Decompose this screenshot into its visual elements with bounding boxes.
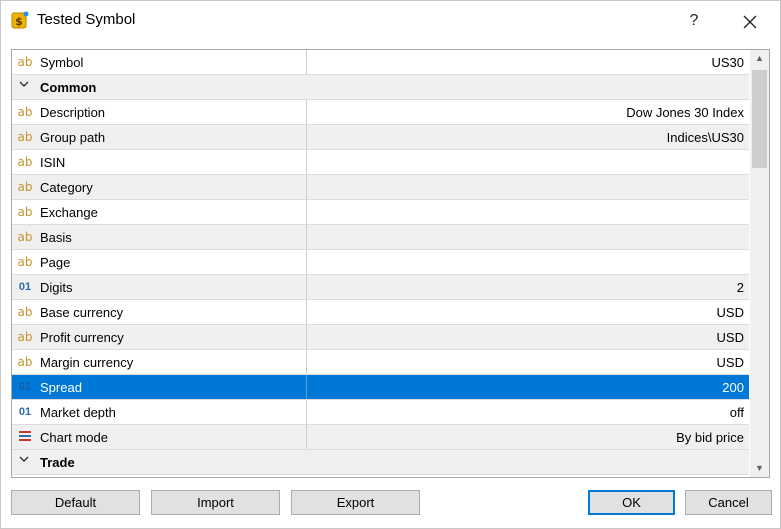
cancel-button[interactable]: Cancel <box>685 490 772 515</box>
property-value[interactable]: USD <box>717 330 744 345</box>
window-title: Tested Symbol <box>37 11 136 28</box>
property-name: Category <box>40 180 93 195</box>
property-row[interactable]: ab Profit currency USD <box>12 325 749 350</box>
property-name: Description <box>40 105 106 120</box>
property-grid[interactable]: ab Symbol US30 Common ab Description Dow Jones… <box>11 49 770 478</box>
property-value[interactable]: US30 <box>711 55 744 70</box>
column-divider <box>306 300 307 324</box>
property-value[interactable]: Dow Jones 30 Index <box>626 105 744 120</box>
vertical-scrollbar[interactable]: ▲ ▼ <box>750 50 769 477</box>
column-divider <box>306 400 307 424</box>
column-divider <box>306 325 307 349</box>
property-name: Exchange <box>40 205 98 220</box>
property-name: Group path <box>40 130 106 145</box>
property-row[interactable]: ab Category <box>12 175 749 200</box>
property-value[interactable]: By bid price <box>676 430 744 445</box>
text-type-icon: ab <box>17 55 33 69</box>
column-divider <box>306 225 307 249</box>
text-type-icon: ab <box>17 305 33 319</box>
close-button[interactable] <box>729 7 771 35</box>
column-divider <box>306 125 307 149</box>
property-value[interactable]: off <box>730 405 744 420</box>
chevron-down-icon[interactable] <box>18 78 32 94</box>
import-button[interactable]: Import <box>151 490 280 515</box>
title-bar: $ Tested Symbol ? <box>1 1 780 39</box>
text-type-icon: ab <box>17 355 33 369</box>
text-type-icon: ab <box>17 255 33 269</box>
property-name: Digits <box>40 280 73 295</box>
property-name: Spread <box>40 380 82 395</box>
column-divider <box>306 250 307 274</box>
text-type-icon: ab <box>17 155 33 169</box>
number-type-icon: 01 <box>18 281 32 293</box>
export-button[interactable]: Export <box>291 490 420 515</box>
column-divider <box>306 425 307 449</box>
text-type-icon: ab <box>17 130 33 144</box>
scroll-down-arrow-icon[interactable]: ▼ <box>750 460 769 477</box>
symbol-app-icon: $ <box>11 11 29 29</box>
property-row[interactable]: ab Description Dow Jones 30 Index <box>12 100 749 125</box>
property-row[interactable]: 01 Spread 200 <box>12 375 749 400</box>
property-value[interactable]: 2 <box>737 280 744 295</box>
number-type-icon: 01 <box>18 406 32 418</box>
group-label: Trade <box>40 455 75 470</box>
group-row-common[interactable]: Common <box>12 75 749 100</box>
tested-symbol-dialog: $ Tested Symbol ? ab Symbol US30 Common ab De… <box>0 0 781 529</box>
property-value[interactable]: 200 <box>722 380 744 395</box>
column-divider <box>306 175 307 199</box>
text-type-icon: ab <box>17 105 33 119</box>
text-type-icon: ab <box>17 330 33 344</box>
property-row[interactable]: ab Symbol US30 <box>12 50 749 75</box>
property-value[interactable]: USD <box>717 305 744 320</box>
property-row[interactable]: ab Basis <box>12 225 749 250</box>
property-name: ISIN <box>40 155 66 170</box>
svg-text:$: $ <box>15 15 23 28</box>
column-divider <box>306 150 307 174</box>
chart-mode-icon <box>17 429 33 445</box>
property-row[interactable]: ab ISIN <box>12 150 749 175</box>
property-row[interactable]: ab Exchange <box>12 200 749 225</box>
property-value[interactable]: USD <box>717 355 744 370</box>
chevron-down-icon[interactable] <box>18 453 32 469</box>
property-row[interactable]: 01 Digits 2 <box>12 275 749 300</box>
column-divider <box>306 375 307 399</box>
column-divider <box>306 275 307 299</box>
column-divider <box>306 200 307 224</box>
property-name: Margin currency <box>40 355 134 370</box>
property-row[interactable]: ab Group path Indices\US30 <box>12 125 749 150</box>
property-row[interactable]: ab Base currency USD <box>12 300 749 325</box>
property-row[interactable]: Chart mode By bid price <box>12 425 749 450</box>
close-icon <box>743 15 757 29</box>
group-label: Common <box>40 80 97 95</box>
help-button[interactable]: ? <box>673 7 715 35</box>
text-type-icon: ab <box>17 205 33 219</box>
text-type-icon: ab <box>17 230 33 244</box>
default-button[interactable]: Default <box>11 490 140 515</box>
text-type-icon: ab <box>17 180 33 194</box>
property-name: Chart mode <box>40 430 108 445</box>
property-row[interactable]: ab Margin currency USD <box>12 350 749 375</box>
property-row[interactable]: 01 Market depth off <box>12 400 749 425</box>
property-row[interactable]: ab Page <box>12 250 749 275</box>
property-name: Profit currency <box>40 330 124 345</box>
property-name: Basis <box>40 230 72 245</box>
column-divider <box>306 50 307 74</box>
column-divider <box>306 350 307 374</box>
number-type-icon: 01 <box>18 381 32 393</box>
property-name: Page <box>40 255 71 270</box>
property-name: Base currency <box>40 305 124 320</box>
group-row-trade[interactable]: Trade <box>12 450 749 475</box>
scroll-thumb[interactable] <box>752 70 767 168</box>
ok-button[interactable]: OK <box>588 490 675 515</box>
property-name: Symbol <box>40 55 84 70</box>
column-divider <box>306 100 307 124</box>
scroll-up-arrow-icon[interactable]: ▲ <box>750 50 769 67</box>
property-name: Market depth <box>40 405 116 420</box>
property-rows: ab Symbol US30 Common ab Description Dow Jones… <box>12 50 749 475</box>
property-value[interactable]: Indices\US30 <box>667 130 744 145</box>
